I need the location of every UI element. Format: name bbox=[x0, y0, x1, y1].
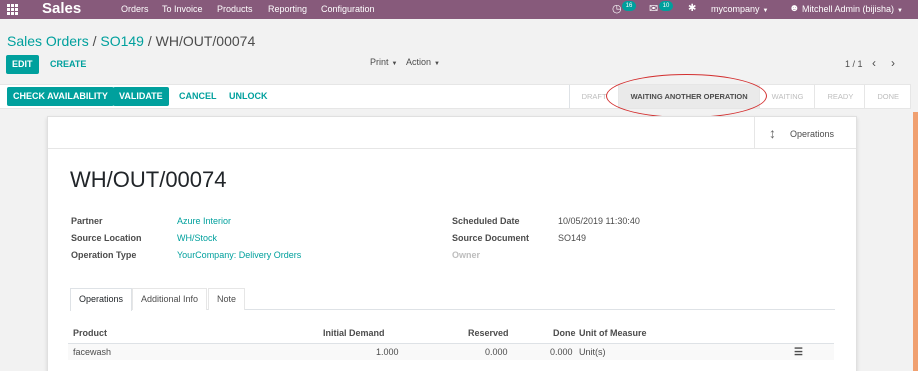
button-box: ↕ Operations bbox=[48, 117, 856, 149]
scheduled-date-label: Scheduled Date bbox=[452, 216, 520, 226]
top-navbar: Sales Orders To Invoice Products Reporti… bbox=[0, 0, 918, 19]
unlock-button[interactable]: UNLOCK bbox=[227, 87, 270, 106]
breadcrumb-order[interactable]: SO149 bbox=[100, 33, 144, 49]
breadcrumb-separator: / bbox=[147, 33, 152, 49]
create-button[interactable]: CREATE bbox=[48, 55, 88, 74]
action-dropdown[interactable]: Action ▼ bbox=[406, 56, 440, 70]
form-sheet: ↕ Operations WH/OUT/00074 Partner Azure … bbox=[47, 116, 857, 371]
messages-icon[interactable]: ✉ bbox=[649, 0, 658, 18]
chevron-down-icon: ▼ bbox=[434, 61, 440, 67]
tab-note[interactable]: Note bbox=[208, 288, 246, 310]
annotation-ellipse bbox=[606, 74, 767, 118]
cancel-button[interactable]: CANCEL bbox=[177, 87, 219, 106]
user-avatar[interactable]: ☻ bbox=[789, 0, 800, 18]
arrows-v-icon: ↕ bbox=[769, 125, 776, 141]
operation-type-label: Operation Type bbox=[71, 250, 137, 260]
breadcrumb-separator: / bbox=[92, 33, 97, 49]
stage-done[interactable]: DONE bbox=[865, 85, 911, 108]
tab-operations[interactable]: Operations bbox=[70, 288, 133, 311]
row-product[interactable]: facewash bbox=[73, 347, 111, 358]
action-label: Action bbox=[406, 57, 432, 67]
menu-orders[interactable]: Orders bbox=[121, 0, 149, 18]
company-switcher[interactable]: mycompany ▼ bbox=[711, 0, 768, 20]
form-statusbar: CHECK AVAILABILITY VALIDATE CANCEL UNLOC… bbox=[0, 84, 911, 109]
company-name: mycompany bbox=[711, 4, 760, 14]
tab-additional-info[interactable]: Additional Info bbox=[132, 288, 208, 310]
breadcrumb: Sales Orders / SO149 / WH/OUT/00074 bbox=[7, 33, 255, 50]
detailed-operations-list-icon[interactable]: ☰ bbox=[794, 347, 803, 358]
breadcrumb-current: WH/OUT/00074 bbox=[155, 33, 256, 49]
print-dropdown[interactable]: Print ▼ bbox=[370, 56, 397, 70]
activity-clock-icon[interactable]: ◷ bbox=[612, 0, 622, 18]
operations-smart-label: Operations bbox=[790, 129, 835, 139]
owner-label: Owner bbox=[452, 250, 481, 260]
row-done: 0.000 bbox=[550, 347, 573, 357]
edit-button[interactable]: EDIT bbox=[6, 55, 39, 74]
activity-count-badge: 16 bbox=[622, 1, 636, 11]
menu-products[interactable]: Products bbox=[217, 0, 253, 18]
source-location-value[interactable]: WH/Stock bbox=[177, 233, 217, 244]
column-reserved[interactable]: Reserved bbox=[468, 328, 509, 339]
check-availability-button[interactable]: CHECK AVAILABILITY bbox=[7, 87, 114, 106]
print-label: Print bbox=[370, 57, 389, 67]
breadcrumb-sales-orders[interactable]: Sales Orders bbox=[7, 33, 89, 49]
partner-value[interactable]: Azure Interior bbox=[177, 216, 231, 227]
scheduled-date-value: 10/05/2019 11:30:40 bbox=[558, 216, 640, 226]
operations-smart-button[interactable]: ↕ Operations bbox=[754, 117, 856, 149]
operation-type-value[interactable]: YourCompany: Delivery Orders bbox=[177, 250, 301, 261]
apps-menu-icon[interactable] bbox=[7, 4, 19, 15]
source-document-value: SO149 bbox=[558, 233, 587, 243]
chevron-down-icon: ▼ bbox=[391, 61, 398, 67]
column-done[interactable]: Done bbox=[553, 328, 576, 339]
pager-value[interactable]: 1 / 1 bbox=[845, 58, 863, 70]
record-title: WH/OUT/00074 bbox=[70, 167, 227, 192]
source-location-label: Source Location bbox=[71, 233, 142, 243]
chevron-down-icon: ▼ bbox=[897, 8, 903, 14]
user-menu[interactable]: Mitchell Admin (bijisha) ▼ bbox=[802, 0, 903, 20]
debug-bug-icon[interactable]: ✱ bbox=[688, 0, 696, 18]
source-document-label: Source Document bbox=[452, 233, 530, 243]
menu-to-invoice[interactable]: To Invoice bbox=[162, 0, 203, 18]
validate-button[interactable]: VALIDATE bbox=[113, 87, 169, 106]
row-reserved: 0.000 bbox=[485, 347, 508, 357]
menu-reporting[interactable]: Reporting bbox=[268, 0, 307, 18]
messages-count-badge: 10 bbox=[659, 1, 673, 11]
user-name: Mitchell Admin (bijisha) bbox=[802, 4, 895, 14]
partner-label: Partner bbox=[71, 216, 103, 226]
column-product[interactable]: Product bbox=[73, 328, 107, 339]
chevron-down-icon: ▼ bbox=[762, 8, 769, 14]
notebook-tabs: Operations Additional Info Note bbox=[70, 288, 835, 311]
row-uom: Unit(s) bbox=[579, 347, 606, 357]
stage-ready[interactable]: READY bbox=[815, 85, 866, 108]
column-initial-demand[interactable]: Initial Demand bbox=[323, 328, 385, 339]
scrollbar-accent[interactable] bbox=[913, 112, 918, 371]
app-brand[interactable]: Sales bbox=[42, 0, 81, 18]
menu-configuration[interactable]: Configuration bbox=[321, 0, 375, 18]
pager-previous-icon[interactable]: ‹ bbox=[872, 56, 876, 70]
stage-waiting[interactable]: WAITING bbox=[759, 85, 816, 108]
pager-next-icon[interactable]: › bbox=[891, 56, 895, 70]
column-unit-of-measure[interactable]: Unit of Measure bbox=[579, 328, 647, 339]
row-initial-demand: 1.000 bbox=[376, 347, 399, 357]
table-row[interactable] bbox=[68, 343, 834, 360]
